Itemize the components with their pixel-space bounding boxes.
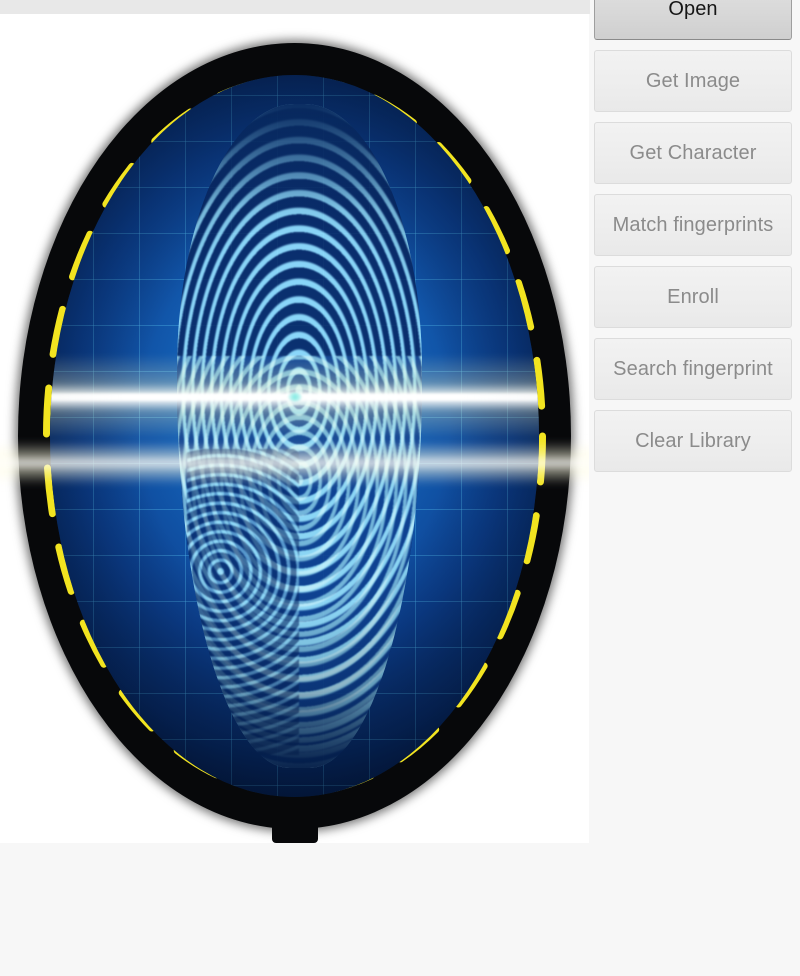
scanner-screen [50, 75, 539, 797]
search-fingerprint-button[interactable]: Search fingerprint [594, 338, 792, 400]
screen-vignette [50, 75, 539, 797]
app-root: Open Get Image Get Character Match finge… [0, 0, 800, 976]
get-image-button[interactable]: Get Image [594, 50, 792, 112]
enroll-button[interactable]: Enroll [594, 266, 792, 328]
get-character-button[interactable]: Get Character [594, 122, 792, 184]
fingerprint-preview-panel[interactable] [0, 14, 589, 843]
open-button-label: Open [668, 0, 718, 20]
clear-library-button-label: Clear Library [635, 429, 751, 452]
clear-library-button[interactable]: Clear Library [594, 410, 792, 472]
get-character-button-label: Get Character [629, 141, 757, 164]
bezel-notch [271, 817, 318, 843]
search-fingerprint-button-label: Search fingerprint [613, 357, 773, 380]
match-fingerprints-button[interactable]: Match fingerprints [594, 194, 792, 256]
match-fingerprints-button-label: Match fingerprints [612, 213, 774, 236]
status-strip [0, 0, 590, 14]
open-button[interactable]: Open [594, 0, 792, 40]
enroll-button-label: Enroll [667, 285, 719, 308]
fingerprint-scan-graphic [0, 33, 589, 843]
get-image-button-label: Get Image [645, 69, 741, 92]
action-button-column: Open Get Image Get Character Match finge… [594, 0, 794, 482]
